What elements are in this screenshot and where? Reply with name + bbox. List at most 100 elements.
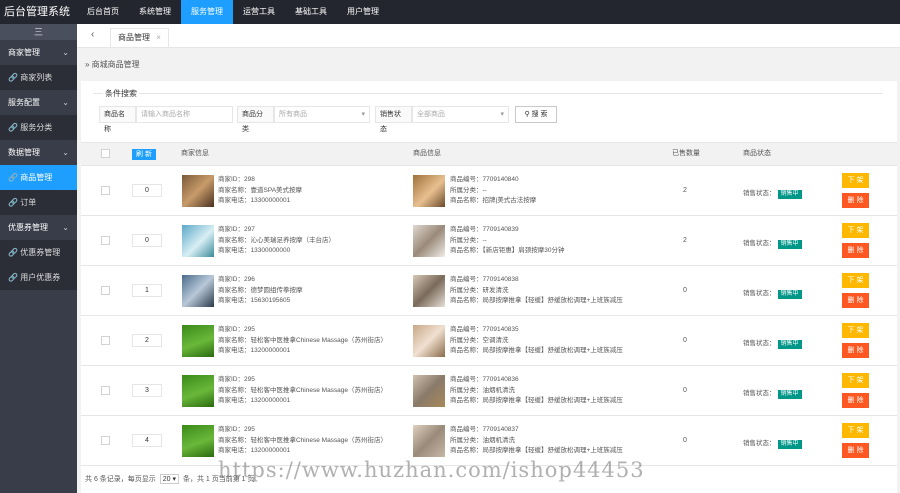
sidebar-item-merchant-list[interactable]: 🔗 商家列表 [0, 65, 77, 90]
top-nav-operation[interactable]: 运营工具 [233, 0, 285, 24]
sidebar-item-products[interactable]: 🔗 商品管理 [0, 165, 77, 190]
top-nav-basic[interactable]: 基础工具 [285, 0, 337, 24]
sale-status: 销售状态： 销售中 [743, 287, 802, 299]
delete-button[interactable]: 删 除 [842, 293, 869, 308]
merchant-image [182, 375, 214, 407]
merchant-name: 商家名称：轻松客中医推拿Chinese Massage（苏州街店） [218, 436, 388, 444]
tab-product-manage[interactable]: 商品管理 × [110, 28, 169, 47]
product-info: 商品编号：7709140838 所属分类：研发清洗 商品名称：局部按摩推拿【轻缓… [450, 275, 623, 307]
table-row: 0 商家ID：297 商家名称：沁心美瑞足养按摩（丰台店） 商家电话：13300… [81, 216, 897, 266]
page-size-select[interactable]: 20 ▾ [159, 474, 179, 484]
merchant-name: 商家名称：沁心美瑞足养按摩（丰台店） [218, 236, 335, 244]
merchant-name: 商家名称：轻松客中医推拿Chinese Massage（苏州街店） [218, 336, 388, 344]
merchant-id: 商家ID：295 [218, 326, 255, 333]
merchant-info: 商家ID：297 商家名称：沁心美瑞足养按摩（丰台店） 商家电话：1330000… [218, 225, 335, 257]
search-button[interactable]: ⚲ 搜 索 [515, 106, 557, 123]
status-select[interactable]: 全部商品 ▾ [412, 106, 509, 123]
top-nav-users[interactable]: 用户管理 [337, 0, 389, 24]
take-down-button[interactable]: 下 架 [842, 373, 869, 388]
watermark: https://www.huzhan.com/ishop44453 [218, 458, 645, 482]
product-image [413, 175, 445, 207]
row-checkbox[interactable] [101, 286, 110, 295]
table-row: 1 商家ID：296 商家名称：德梦圆组传拳按摩 商家电话：1563019560… [81, 266, 897, 316]
take-down-button[interactable]: 下 架 [842, 223, 869, 238]
sort-input[interactable]: 0 [132, 234, 162, 247]
take-down-button[interactable]: 下 架 [842, 273, 869, 288]
sidebar-item-label: 用户优惠券 [20, 273, 61, 282]
delete-button[interactable]: 删 除 [842, 243, 869, 258]
delete-button[interactable]: 删 除 [842, 343, 869, 358]
sidebar-item-user-coupons[interactable]: 🔗 用户优惠券 [0, 265, 77, 290]
merchant-info: 商家ID：298 商家名称：壹道SPA美式按摩 商家电话：13300000001 [218, 175, 302, 207]
chevron-left-icon[interactable]: ‹ [91, 29, 94, 40]
row-checkbox[interactable] [101, 386, 110, 395]
sidebar-group-label: 服务配置 [8, 98, 40, 107]
product-name: 商品名称：招牌|美式古法按摩 [450, 197, 537, 204]
category-select[interactable]: 所有商品 ▾ [274, 106, 370, 123]
filter-legend: 条件搜索 [103, 88, 139, 99]
merchant-id: 商家ID：298 [218, 176, 255, 183]
name-search-input[interactable]: 请输入商品名称 [136, 106, 233, 123]
sort-input[interactable]: 4 [132, 434, 162, 447]
delete-button[interactable]: 删 除 [842, 393, 869, 408]
chevron-down-icon: ⌄ [62, 223, 69, 232]
status-badge: 销售中 [777, 440, 802, 449]
sort-input[interactable]: 1 [132, 284, 162, 297]
sidebar-item-service-category[interactable]: 🔗 服务分类 [0, 115, 77, 140]
sidebar-item-label: 订单 [20, 198, 37, 207]
sidebar-group-label: 商家管理 [8, 48, 40, 57]
sort-input[interactable]: 0 [132, 184, 162, 197]
header-sold: 已售数量 [672, 150, 700, 157]
merchant-image [182, 175, 214, 207]
status-select-value: 全部商品 [417, 111, 445, 118]
table-header: 刷 新 商家信息 商品信息 已售数量 商品状态 [81, 142, 897, 166]
sidebar-group-data[interactable]: 数据管理 ⌄ [0, 140, 77, 165]
app-title: 后台管理系统 [4, 6, 70, 18]
table-row: 2 商家ID：295 商家名称：轻松客中医推拿Chinese Massage（苏… [81, 316, 897, 366]
top-nav-home[interactable]: 后台首页 [77, 0, 129, 24]
top-nav-system[interactable]: 系统管理 [129, 0, 181, 24]
sidebar-toggle[interactable]: 三 [0, 24, 77, 40]
take-down-button[interactable]: 下 架 [842, 323, 869, 338]
breadcrumb-text: 商城商品管理 [91, 60, 140, 69]
delete-button[interactable]: 删 除 [842, 193, 869, 208]
sidebar-group-coupons[interactable]: 优惠券管理 ⌄ [0, 215, 77, 240]
product-info: 商品编号：7709140839 所属分类：-- 商品名称：【新店钜惠】肩颈按摩3… [450, 225, 564, 257]
status-label: 销售状态： [743, 390, 776, 397]
status-label: 销售状态： [743, 340, 776, 347]
close-icon[interactable]: × [156, 33, 161, 42]
link-icon: 🔗 [8, 273, 18, 282]
select-all-checkbox[interactable] [101, 149, 110, 158]
chevron-right-icon: » [85, 60, 92, 69]
row-checkbox[interactable] [101, 436, 110, 445]
product-image [413, 225, 445, 257]
sort-input[interactable]: 2 [132, 334, 162, 347]
sidebar-group-merchant[interactable]: 商家管理 ⌄ [0, 40, 77, 65]
row-checkbox[interactable] [101, 186, 110, 195]
status-label: 销售状态 [375, 106, 412, 133]
take-down-button[interactable]: 下 架 [842, 173, 869, 188]
sidebar-group-service-config[interactable]: 服务配置 ⌄ [0, 90, 77, 115]
merchant-image [182, 225, 214, 257]
row-checkbox[interactable] [101, 336, 110, 345]
top-nav-service[interactable]: 服务管理 [181, 0, 233, 24]
sidebar-group-label: 数据管理 [8, 148, 40, 157]
link-icon: 🔗 [8, 248, 18, 257]
sold-count: 2 [683, 187, 687, 194]
delete-button[interactable]: 删 除 [842, 443, 869, 458]
chevron-down-icon: ⌄ [62, 148, 69, 157]
product-name: 商品名称：局部按摩推拿【轻缓】舒缓放松调理+上班族减压 [450, 447, 623, 454]
sidebar-item-coupon-manage[interactable]: 🔗 优惠券管理 [0, 240, 77, 265]
category-select-value: 所有商品 [279, 111, 307, 118]
top-bar: 后台管理系统 后台首页 系统管理 服务管理 运营工具 基础工具 用户管理 [0, 0, 900, 24]
refresh-button[interactable]: 刷 新 [132, 149, 156, 160]
sidebar-item-orders[interactable]: 🔗 订单 [0, 190, 77, 215]
row-checkbox[interactable] [101, 236, 110, 245]
sort-input[interactable]: 3 [132, 384, 162, 397]
sale-status: 销售状态： 销售中 [743, 387, 802, 399]
status-label: 销售状态： [743, 290, 776, 297]
header-product: 商品信息 [413, 150, 441, 157]
sold-count: 0 [683, 437, 687, 444]
product-number: 商品编号：7709140838 [450, 276, 519, 283]
take-down-button[interactable]: 下 架 [842, 423, 869, 438]
